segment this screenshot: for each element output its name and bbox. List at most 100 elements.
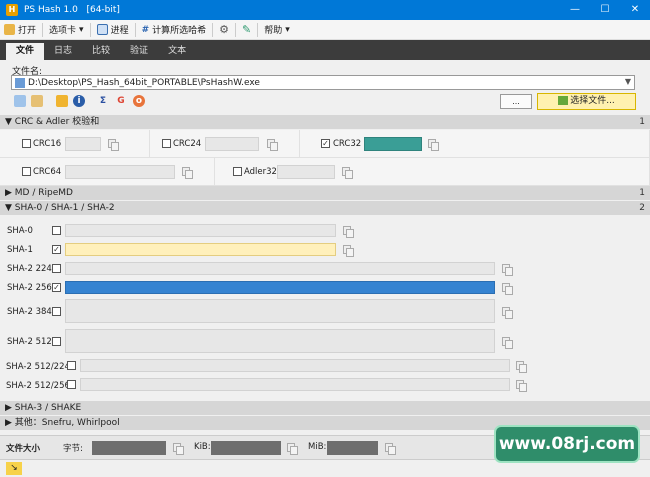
section-sha3-header[interactable]: ▶ SHA-3 / SHAKE xyxy=(0,401,650,415)
section-crc-header[interactable]: ▼ CRC & Adler 校验和 1 xyxy=(0,115,650,129)
copy-icon[interactable] xyxy=(108,139,119,151)
crc64-cell: CRC64 xyxy=(0,158,215,186)
crc24-value[interactable] xyxy=(205,137,259,151)
copy-icon[interactable] xyxy=(182,167,193,179)
sha1-checkbox[interactable]: ✓ xyxy=(52,245,61,254)
collapse-icon: ▶ xyxy=(5,403,15,413)
watermark-logo: www.08rj.com xyxy=(494,425,640,463)
info-icon[interactable]: i xyxy=(73,95,85,107)
maximize-button[interactable]: ☐ xyxy=(590,0,620,20)
open-button[interactable]: 打开 xyxy=(0,21,40,39)
sha256-value[interactable] xyxy=(65,281,495,294)
options-button[interactable]: ... xyxy=(500,94,532,109)
copy-icon[interactable] xyxy=(173,443,184,455)
sha512-224-value[interactable] xyxy=(80,359,510,372)
minimize-button[interactable]: — xyxy=(560,0,590,20)
expand-icon: ▼ xyxy=(5,203,15,213)
settings-button[interactable]: ⚙ xyxy=(215,21,233,39)
copy-icon[interactable] xyxy=(502,337,513,349)
mib-value[interactable] xyxy=(327,441,378,455)
bytes-value[interactable] xyxy=(92,441,166,455)
kib-value[interactable] xyxy=(211,441,281,455)
crc64-value[interactable] xyxy=(65,165,175,179)
copy-icon[interactable] xyxy=(343,245,354,257)
copy-icon[interactable] xyxy=(502,264,513,276)
sha224-label: SHA-2 224 xyxy=(7,264,52,274)
sha384-value[interactable] xyxy=(65,299,495,323)
sha256-label: SHA-2 256 xyxy=(7,283,52,293)
title-bar: H PS Hash 1.0 [64-bit] — ☐ ✕ xyxy=(0,0,650,20)
chevron-down-icon[interactable]: ▼ xyxy=(625,77,631,86)
crc16-checkbox[interactable] xyxy=(22,139,31,148)
file-size-label: 文件大小 xyxy=(6,444,41,454)
copy-icon[interactable] xyxy=(342,167,353,179)
sha512-256-checkbox[interactable] xyxy=(67,380,76,389)
crc16-cell: CRC16 xyxy=(0,130,150,158)
resize-arrow-icon[interactable]: ↘ xyxy=(6,462,22,475)
sha224-checkbox[interactable] xyxy=(52,264,61,273)
tab-text[interactable]: 文本 xyxy=(158,43,196,60)
sha1-value[interactable] xyxy=(65,243,336,256)
section-sha-header[interactable]: ▼ SHA-0 / SHA-1 / SHA-2 2 xyxy=(0,201,650,215)
app-icon: H xyxy=(6,4,18,16)
copy-icon[interactable] xyxy=(516,361,527,373)
file-path-value: D:\Desktop\PS_Hash_64bit_PORTABLE\PsHash… xyxy=(28,77,260,88)
crc32-checkbox[interactable]: ✓ xyxy=(321,139,330,148)
help-menu[interactable]: 帮助 ▾ xyxy=(260,21,294,39)
calculate-button[interactable]: # 计算所选哈希 xyxy=(138,21,211,39)
tab-log[interactable]: 日志 xyxy=(44,43,82,60)
progress-button[interactable]: 进程 xyxy=(93,21,133,39)
sha512-value[interactable] xyxy=(65,329,495,353)
paste-path-icon[interactable] xyxy=(31,95,43,107)
copy-icon[interactable] xyxy=(385,443,396,455)
copy-icon[interactable] xyxy=(502,307,513,319)
copy-icon[interactable] xyxy=(343,226,354,238)
copy-icon[interactable] xyxy=(428,139,439,151)
tab-verify[interactable]: 验证 xyxy=(120,43,158,60)
sha384-label: SHA-2 384 xyxy=(7,307,52,317)
adler32-value[interactable] xyxy=(277,165,335,179)
sigma-icon[interactable]: Σ xyxy=(97,95,109,107)
tabs-menu[interactable]: 选项卡 ▾ xyxy=(45,21,88,39)
bytes-label: 字节: xyxy=(63,444,83,454)
virustotal-icon[interactable]: o xyxy=(133,95,145,107)
adler32-checkbox[interactable] xyxy=(233,167,242,176)
crc16-value[interactable] xyxy=(65,137,101,151)
sha0-checkbox[interactable] xyxy=(52,226,61,235)
folder-open-icon[interactable] xyxy=(56,95,68,107)
toolbar: 打开 选项卡 ▾ 进程 # 计算所选哈希 ⚙ ✎ 帮助 ▾ xyxy=(0,20,650,40)
dropdown-arrow-icon: ▾ xyxy=(285,24,290,35)
tab-compare[interactable]: 比较 xyxy=(82,43,120,60)
sha512-224-checkbox[interactable] xyxy=(67,361,76,370)
file-path-combo[interactable]: D:\Desktop\PS_Hash_64bit_PORTABLE\PsHash… xyxy=(11,75,635,90)
file-picker-icon xyxy=(558,96,569,105)
pin-button[interactable]: ✎ xyxy=(238,21,255,39)
sha512-256-value[interactable] xyxy=(80,378,510,391)
copy-icon[interactable] xyxy=(516,380,527,392)
crc64-checkbox[interactable] xyxy=(22,167,31,176)
pin-icon: ✎ xyxy=(242,23,252,36)
sha384-checkbox[interactable] xyxy=(52,307,61,316)
sha1-label: SHA-1 xyxy=(7,245,33,255)
close-button[interactable]: ✕ xyxy=(620,0,650,20)
copy-icon[interactable] xyxy=(502,283,513,295)
sha512-256-label: SHA-2 512/256 xyxy=(6,381,70,391)
sha256-checkbox[interactable]: ✓ xyxy=(52,283,61,292)
expand-icon: ▼ xyxy=(5,117,15,127)
sha512-label: SHA-2 512 xyxy=(7,337,52,347)
tab-file[interactable]: 文件 xyxy=(6,43,45,60)
choose-file-button[interactable]: 选择文件... xyxy=(537,93,636,110)
sha0-value[interactable] xyxy=(65,224,336,237)
copy-path-icon[interactable] xyxy=(14,95,26,107)
crc32-value[interactable] xyxy=(364,137,422,151)
copy-icon[interactable] xyxy=(287,443,298,455)
crc24-checkbox[interactable] xyxy=(162,139,171,148)
folder-icon xyxy=(4,24,15,35)
section-md-header[interactable]: ▶ MD / RipeMD 1 xyxy=(0,186,650,200)
sha512-checkbox[interactable] xyxy=(52,337,61,346)
copy-icon[interactable] xyxy=(267,139,278,151)
google-icon[interactable]: G xyxy=(115,95,127,107)
sha224-value[interactable] xyxy=(65,262,495,275)
mib-label: MiB: xyxy=(308,442,327,452)
adler32-cell: Adler32 xyxy=(215,158,650,186)
